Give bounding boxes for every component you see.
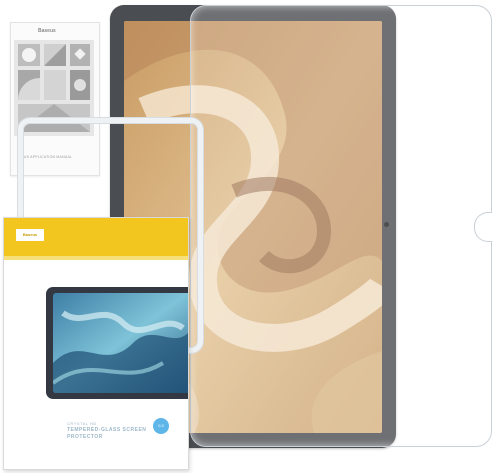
instruction-card-brand: Baseus: [38, 28, 56, 34]
box-thickness-badge: 0.3: [153, 418, 169, 434]
box-brand: Baseus: [16, 229, 44, 241]
retail-box: Baseus CRYSTAL HD TEMPERED-GLASS SCREEN …: [3, 217, 189, 470]
glass-screen-protector: [190, 5, 492, 447]
box-caption-line-1: CRYSTAL HD: [67, 421, 97, 426]
box-accent-stripe: [4, 256, 188, 260]
box-caption-line-3: PROTECTOR: [67, 434, 103, 440]
box-caption-line-2: TEMPERED-GLASS SCREEN: [67, 427, 147, 433]
box-tablet-screen: [53, 293, 188, 393]
